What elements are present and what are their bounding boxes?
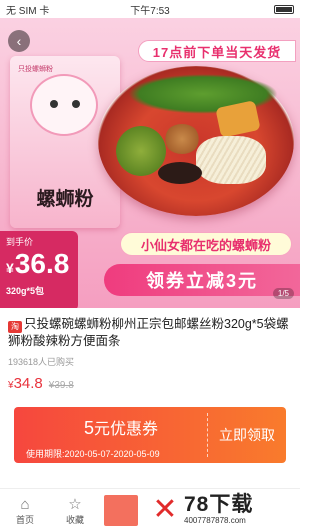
product-info: 淘只投螺碗螺蛳粉柳州正宗包邮螺丝粉320g*5袋螺狮粉酸辣粉方便面条 19361… [0,310,300,398]
current-price: ¥34.8 [8,375,43,392]
taobao-badge-icon: 淘 [8,321,22,333]
price-currency: ¥ [6,260,14,276]
watermark-logo-icon: ✕ [152,493,178,526]
coupon-validity: 使用期限:2020-05-07-2020-05-09 [26,449,160,459]
price-row: ¥34.8 ¥39.8 [8,375,292,392]
back-button[interactable]: ‹ [8,30,30,52]
hero-price-value: 36.8 [14,248,70,279]
buy-button[interactable] [104,495,138,526]
product-title: 淘只投螺碗螺蛳粉柳州正宗包邮螺丝粉320g*5袋螺狮粉酸辣粉方便面条 [8,316,292,350]
watermark-main: 78下载 [184,493,254,516]
favorite-button[interactable]: ☆ 收藏 [50,489,100,532]
product-page: 无 SIM 卡 下午7:53 ‹ 17点前下单当天发货 只投螺蛳粉 螺蛳粉 小仙… [0,0,300,532]
claim-coupon-button[interactable]: 立即领取 [208,407,286,463]
home-button[interactable]: ⌂ 首页 [0,489,50,532]
clock: 下午7:53 [130,5,170,17]
carousel-pager: 1/5 [272,288,294,299]
product-image-carousel[interactable]: ‹ 17点前下单当天发货 只投螺蛳粉 螺蛳粉 小仙女都在吃的螺蛳粉 领券立减3元… [0,18,300,308]
site-watermark: ✕ 78下载 4007787878.com [148,490,298,530]
package-brand: 螺蛳粉 [36,188,94,210]
status-bar: 无 SIM 卡 下午7:53 [0,0,300,18]
noodle-bowl-image [98,66,294,216]
hero-price-tag: 到手价 ¥36.8 320g*5包 [0,231,78,308]
cartoon-mascot [30,74,98,136]
price-label: 到手价 [6,237,34,247]
sold-count: 193618人已购买 [8,357,75,367]
star-icon: ☆ [68,495,82,513]
watermark-sub: 4007787878.com [184,516,246,525]
home-icon: ⌂ [20,495,30,513]
battery-icon [274,4,294,14]
original-price: ¥39.8 [48,380,74,391]
product-spec: 320g*5包 [6,286,45,296]
package-small-text: 只投螺蛳粉 [18,66,53,73]
coupon-amount: 5元优惠券 [83,418,159,438]
shipping-ribbon: 17点前下单当天发货 [138,40,296,62]
coupon-promo-banner: 领券立减3元 [104,264,300,296]
coupon-divider [207,413,208,457]
promo-tagline: 小仙女都在吃的螺蛳粉 [120,232,292,256]
bottom-action-bar: ⌂ 首页 ☆ 收藏 ✕ 78下载 4007787878.com [0,488,300,532]
chevron-left-icon: ‹ [16,33,22,49]
coupon-card[interactable]: 5元优惠券 使用期限:2020-05-07-2020-05-09 立即领取 [14,407,286,463]
product-title-text: 只投螺碗螺蛳粉柳州正宗包邮螺丝粉320g*5袋螺狮粉酸辣粉方便面条 [8,317,289,348]
